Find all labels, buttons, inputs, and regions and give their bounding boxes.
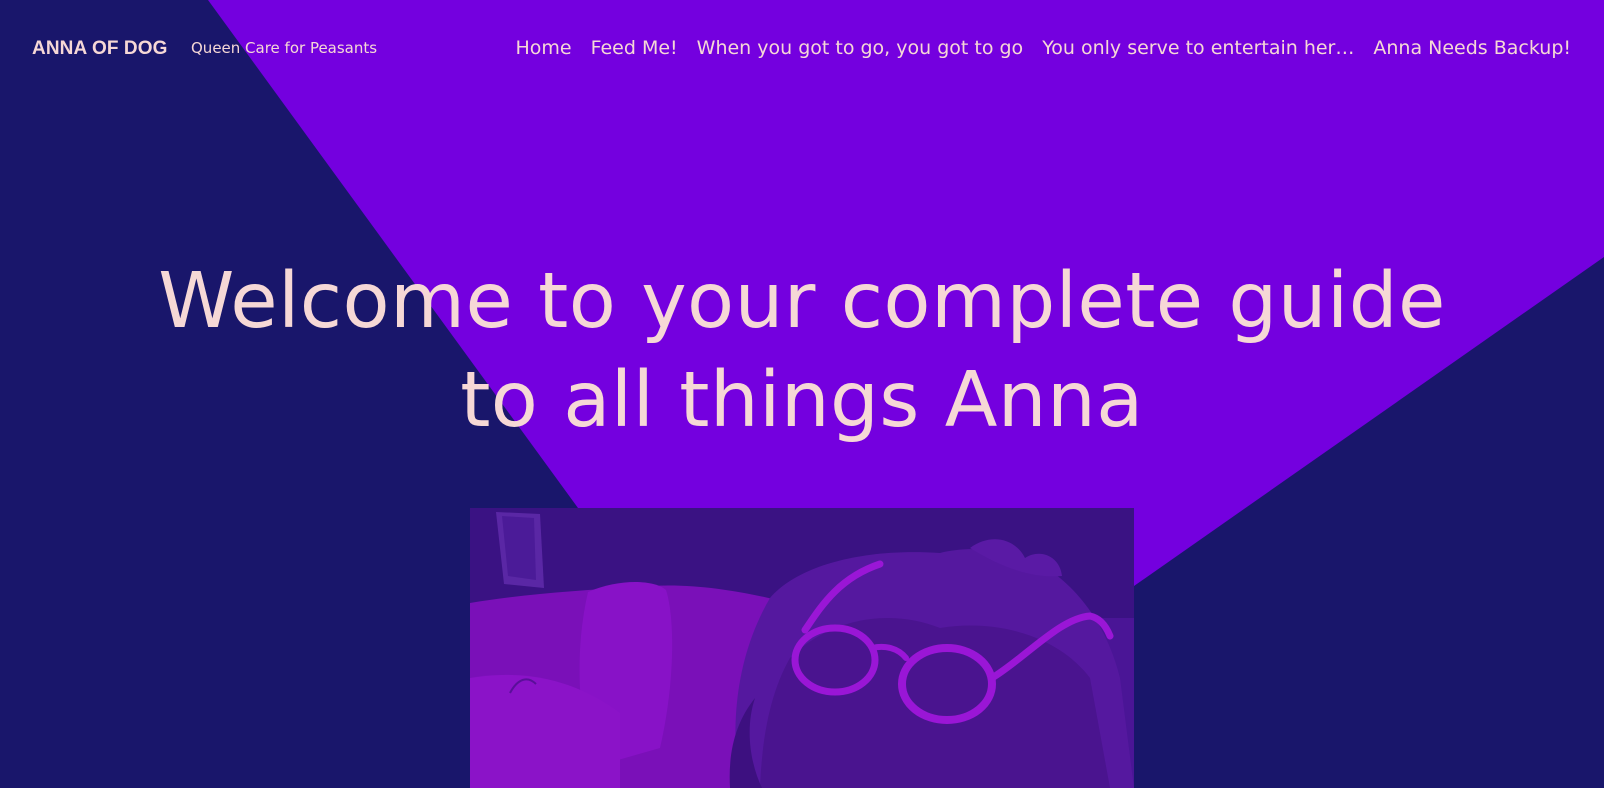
site-title-link[interactable]: ANNA OF DOG xyxy=(32,38,168,60)
site-header: ANNA OF DOG Queen Care for Peasants Home… xyxy=(0,0,1604,98)
nav-item-feed-me[interactable]: Feed Me! xyxy=(591,37,678,59)
hero-heading: Welcome to your complete guide to all th… xyxy=(158,257,1446,445)
nav-item-home[interactable]: Home xyxy=(515,37,571,59)
nav-item-bathroom[interactable]: When you got to go, you got to go xyxy=(697,37,1024,59)
dog-photo-illustration xyxy=(470,508,1134,788)
hero-dog-photo xyxy=(470,508,1134,788)
primary-navigation: Home Feed Me! When you got to go, you go… xyxy=(515,37,1571,59)
site-tagline: Queen Care for Peasants xyxy=(191,39,378,57)
nav-item-entertain[interactable]: You only serve to entertain her… xyxy=(1042,37,1354,59)
nav-item-backup[interactable]: Anna Needs Backup! xyxy=(1373,37,1571,59)
